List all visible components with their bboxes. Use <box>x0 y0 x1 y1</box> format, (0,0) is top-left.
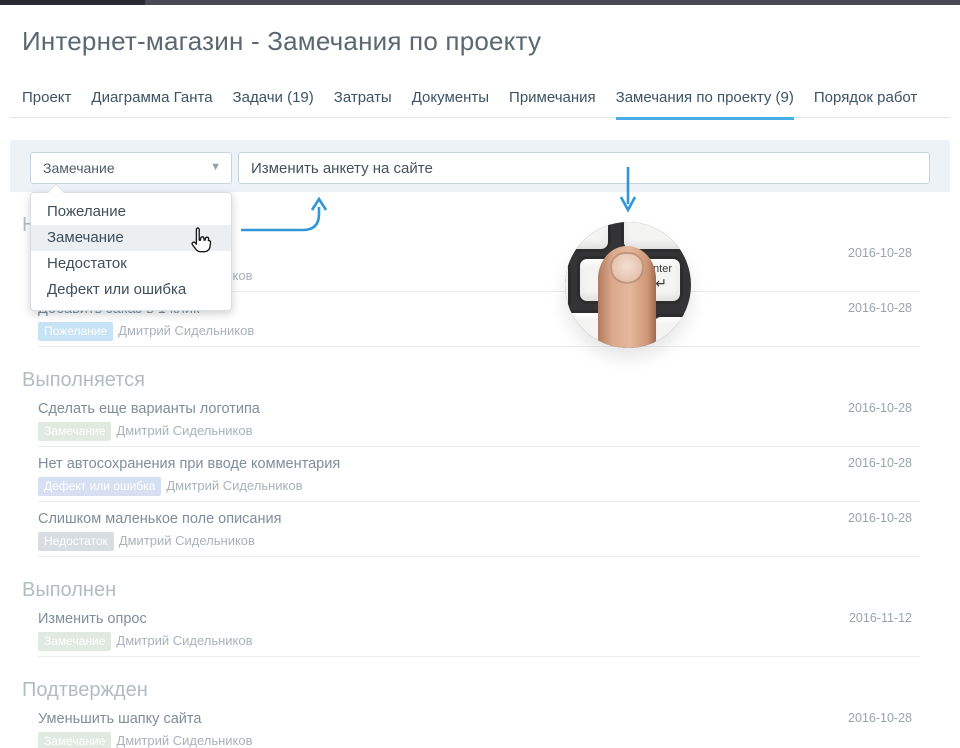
cursor-hand-icon <box>186 226 216 258</box>
tab-item[interactable]: Порядок работ <box>814 89 917 120</box>
tab-item[interactable]: Затраты <box>334 89 392 120</box>
remark-row[interactable]: Изменить опрос Замечание Дмитрий Сидельник… <box>38 602 920 657</box>
author-label: Дмитрий Сидельников <box>116 633 252 648</box>
keyboard-key <box>651 314 691 348</box>
section-title: Выполнен <box>22 579 960 602</box>
remark-type-value: Замечание <box>43 160 115 176</box>
status-badge: Замечание <box>38 732 111 748</box>
status-badge: Дефект или ошибка <box>38 477 161 496</box>
tab-bar: Проект Диаграмма Ганта Задачи (19) Затраты Д… <box>22 89 917 120</box>
remark-row[interactable]: Слишком маленькое поле описания Недостато… <box>38 502 920 557</box>
arrow-down-icon <box>618 166 638 214</box>
remark-row[interactable]: Сделать еще варианты логотипа Замечание Дм… <box>38 392 920 447</box>
remark-meta: Замечание Дмитрий Сидельников <box>38 632 920 651</box>
remark-date: 2016-10-28 <box>848 401 912 415</box>
enter-key-illustration: Enter ↵ <box>565 222 691 348</box>
section-title: Выполняется <box>22 369 960 392</box>
remark-date: 2016-10-28 <box>848 301 912 315</box>
author-label: Дмитрий Сидельников <box>119 533 255 548</box>
remark-date: 2016-10-28 <box>848 246 912 260</box>
dropdown-option[interactable]: Пожелание <box>31 199 231 225</box>
project-remarks-page: Интернет-магазин - Замечания по проекту … <box>0 0 960 748</box>
tab-item-active[interactable]: Замечания по проекту (9) <box>616 89 794 120</box>
fingernail <box>610 252 644 284</box>
section-rows: Уменьшить шапку сайта Замечание Дмитрий Си… <box>38 702 920 748</box>
tab-item[interactable]: Примечания <box>509 89 596 120</box>
remark-title[interactable]: Нет автосохранения при вводе комментария <box>38 456 920 472</box>
status-badge: Замечание <box>38 632 111 651</box>
tab-item[interactable]: Задачи (19) <box>233 89 314 120</box>
arrow-up-icon <box>235 195 331 237</box>
top-progress-bar-segment <box>0 0 145 5</box>
remark-meta: Замечание Дмитрий Сидельников <box>38 732 920 748</box>
return-arrow-icon: ↵ <box>655 276 667 290</box>
section-rows: Изменить опрос Замечание Дмитрий Сидельник… <box>38 602 920 657</box>
chevron-down-icon[interactable]: ▼ <box>210 161 221 173</box>
remark-date: 2016-10-28 <box>848 711 912 725</box>
dropdown-option[interactable]: Дефект или ошибка <box>31 277 231 303</box>
remark-text-input[interactable] <box>238 152 930 184</box>
remark-row[interactable]: Нет автосохранения при вводе комментария… <box>38 447 920 502</box>
status-badge: Замечание <box>38 422 111 441</box>
tab-item[interactable]: Проект <box>22 89 71 120</box>
author-label: Дмитрий Сидельников <box>116 733 252 748</box>
keyboard-key <box>565 222 611 252</box>
remark-date: 2016-10-28 <box>848 511 912 525</box>
remark-title[interactable]: Уменьшить шапку сайта <box>38 711 920 727</box>
remark-title[interactable]: Изменить опрос <box>38 611 920 627</box>
remark-meta: Пожелание Дмитрий Сидельников <box>38 322 920 341</box>
section-title: Подтвержден <box>22 679 960 702</box>
finger <box>598 246 656 348</box>
remark-meta: Недостаток Дмитрий Сидельников <box>38 532 920 551</box>
section-rows: Сделать еще варианты логотипа Замечание Дм… <box>38 392 920 557</box>
page-title: Интернет-магазин - Замечания по проекту <box>22 26 541 57</box>
status-badge: Пожелание <box>38 322 113 341</box>
remark-title[interactable]: Сделать еще варианты логотипа <box>38 401 920 417</box>
remark-meta: Дефект или ошибка Дмитрий Сидельников <box>38 477 920 496</box>
remark-meta: Замечание Дмитрий Сидельников <box>38 422 920 441</box>
remark-row[interactable]: Уменьшить шапку сайта Замечание Дмитрий Си… <box>38 702 920 748</box>
author-label: Дмитрий Сидельников <box>116 423 252 438</box>
status-badge: Недостаток <box>38 532 114 551</box>
tab-item[interactable]: Документы <box>412 89 489 120</box>
author-label: Дмитрий Сидельников <box>166 478 302 493</box>
remark-title[interactable]: Слишком маленькое поле описания <box>38 511 920 527</box>
remark-date: 2016-11-12 <box>849 611 912 625</box>
top-progress-bar <box>0 0 960 5</box>
remark-date: 2016-10-28 <box>848 456 912 470</box>
remark-type-select[interactable]: Замечание ▼ <box>30 152 232 184</box>
tab-item[interactable]: Диаграмма Ганта <box>91 89 212 120</box>
author-label: Дмитрий Сидельников <box>118 323 254 338</box>
